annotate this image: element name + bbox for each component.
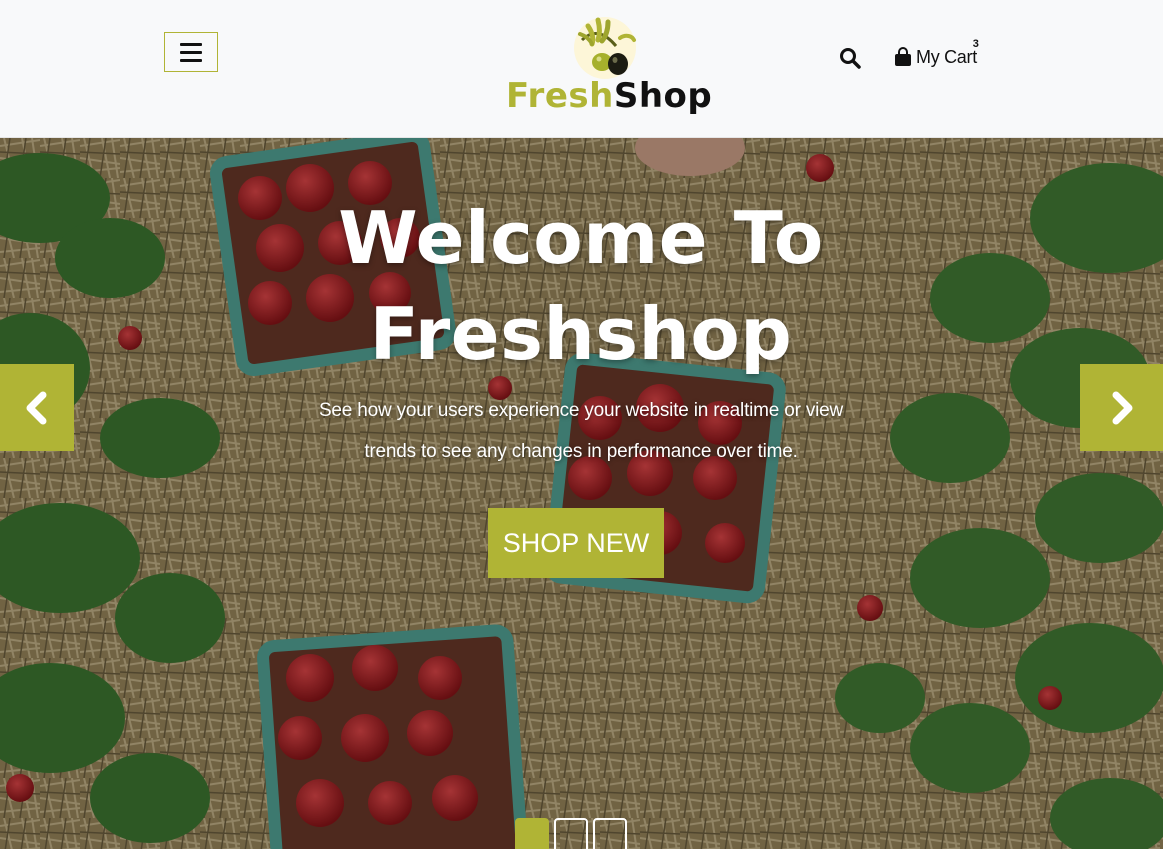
slider-dot-2[interactable] xyxy=(554,818,588,849)
hero-subtitle-line2: trends to see any changes in performance… xyxy=(364,441,798,462)
menu-toggle-button[interactable] xyxy=(164,32,218,72)
slider-next-button[interactable] xyxy=(1080,364,1163,451)
hero-subtitle: See how your users experience your websi… xyxy=(281,390,881,472)
search-icon xyxy=(840,48,861,69)
site-logo[interactable]: FreshShop xyxy=(500,14,716,124)
logo-text: FreshShop xyxy=(506,76,716,116)
hamburger-icon xyxy=(180,42,202,62)
shop-new-button[interactable]: SHOP NEW xyxy=(488,508,664,578)
olive-branch-icon xyxy=(574,17,636,79)
slider-dot-1[interactable] xyxy=(515,818,549,849)
hero-subtitle-line1: See how your users experience your websi… xyxy=(318,400,844,421)
hero-title: Welcome To Freshshop xyxy=(231,190,931,382)
cart-label: My Cart xyxy=(916,46,977,67)
logo-text-shop: Shop xyxy=(613,76,713,116)
cart-button[interactable]: My Cart 3 xyxy=(894,38,979,74)
cart-count-badge: 3 xyxy=(972,38,979,50)
slider-pagination xyxy=(515,818,627,849)
chevron-right-icon xyxy=(1112,391,1132,424)
logo-text-fresh: Fresh xyxy=(506,76,614,116)
search-button[interactable] xyxy=(838,46,862,70)
chevron-left-icon xyxy=(26,391,47,424)
hero-title-line1: Welcome To xyxy=(338,196,824,280)
shopping-bag-icon xyxy=(895,47,911,66)
site-header: FreshShop My Cart 3 xyxy=(0,0,1163,138)
slider-prev-button[interactable] xyxy=(0,364,74,451)
hero-slider: Welcome To Freshshop See how your users … xyxy=(0,138,1163,849)
slider-dot-3[interactable] xyxy=(593,818,627,849)
hero-title-line2: Freshshop xyxy=(369,292,793,376)
